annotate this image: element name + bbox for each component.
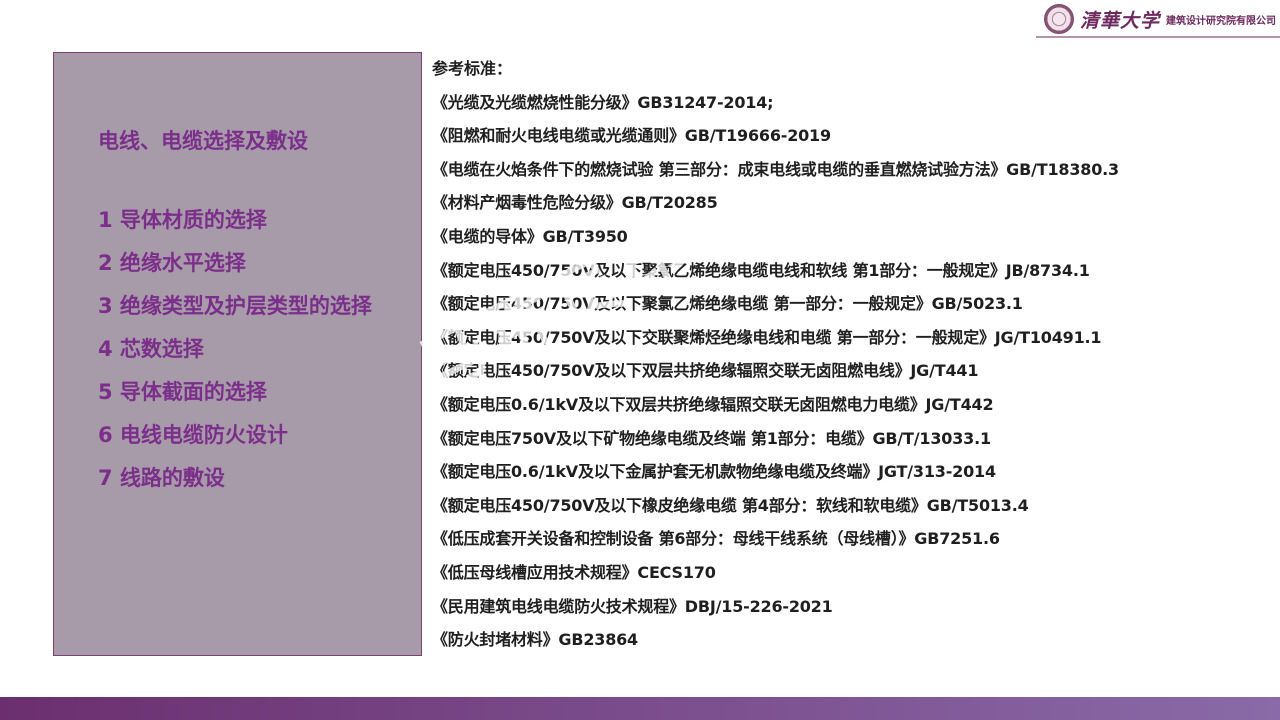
university-seal-icon	[1043, 4, 1074, 34]
reference-item: 《民用建筑电线电缆防火技术规程》DBJ/15-226-2021	[432, 596, 833, 616]
reference-item: 《低压母线槽应用技术规程》CECS170	[432, 562, 716, 582]
reference-item: 《额定电压450/750V及以下双层共挤绝缘辐照交联无卤阻燃电线》JG/T441	[432, 361, 979, 381]
reference-item: 《额定电压450/750V及以下交联聚烯烃绝缘电线和电缆 第一部分：一般规定》J…	[432, 327, 1102, 347]
reference-item: 《额定电压0.6/1kV及以下金属护套无机款物绝缘电缆及终端》JGT/313-2…	[432, 462, 996, 482]
reference-item: 《额定电压450/750V及以下聚氯乙烯绝缘电缆电线和软线 第1部分：一般规定》…	[432, 260, 1090, 280]
university-name: 清華大学	[1079, 9, 1160, 32]
left-panel: 电线、电缆选择及敷设 1 导体材质的选择 2 绝缘水平选择 3 绝缘类型及护层类…	[53, 52, 422, 656]
toc-item: 7 线路的敷设	[98, 466, 225, 490]
reference-item: 《材料产烟毒性危险分级》GB/T20285	[432, 193, 718, 213]
header-divider	[1036, 36, 1280, 38]
toc-item: 2 绝缘水平选择	[98, 251, 246, 275]
reference-item: 《额定电压750V及以下矿物绝缘电缆及终端 第1部分：电缆》GB/T/13033…	[432, 428, 991, 448]
reference-item: 《电缆的导体》GB/T3950	[432, 226, 628, 246]
reference-item: 《额定电压450/750V及以下聚氯乙烯绝缘电缆 第一部分：一般规定》GB/50…	[432, 294, 1023, 314]
header-logo: 清華大学 建筑设计研究院有限公司	[1043, 2, 1276, 36]
reference-item: 《阻燃和耐火电线电缆或光缆通则》GB/T19666-2019	[432, 126, 831, 146]
panel-title: 电线、电缆选择及敷设	[98, 129, 308, 153]
reference-item: 《额定电压450/750V及以下橡皮绝缘电缆 第4部分：软线和软电缆》GB/T5…	[432, 495, 1029, 515]
toc-item: 6 电线电缆防火设计	[98, 423, 288, 447]
toc-list: 1 导体材质的选择 2 绝缘水平选择 3 绝缘类型及护层类型的选择 4 芯数选择…	[98, 205, 372, 506]
reference-item: 《电缆在火焰条件下的燃烧试验 第三部分：成束电线或电缆的垂直燃烧试验方法》GB/…	[432, 159, 1119, 179]
toc-item: 1 导体材质的选择	[98, 208, 267, 232]
footer-bar	[0, 697, 1280, 720]
institute-name: 建筑设计研究院有限公司	[1166, 15, 1276, 27]
reference-item: 《光缆及光缆燃烧性能分级》GB31247-2014;	[432, 92, 774, 112]
references-heading: 参考标准：	[432, 59, 513, 78]
reference-item: 《防火封堵材料》GB23864	[432, 630, 638, 650]
toc-item: 4 芯数选择	[98, 337, 204, 361]
reference-item: 《额定电压0.6/1kV及以下双层共挤绝缘辐照交联无卤阻燃电力电缆》JG/T44…	[432, 394, 994, 414]
toc-item: 5 导体截面的选择	[98, 380, 267, 404]
references-list: 参考标准： 《光缆及光缆燃烧性能分级》GB31247-2014; 《阻燃和耐火电…	[432, 57, 1119, 662]
toc-item: 3 绝缘类型及护层类型的选择	[98, 294, 372, 318]
reference-item: 《低压成套开关设备和控制设备 第6部分：母线干线系统（母线槽）》GB7251.6	[432, 529, 1000, 549]
